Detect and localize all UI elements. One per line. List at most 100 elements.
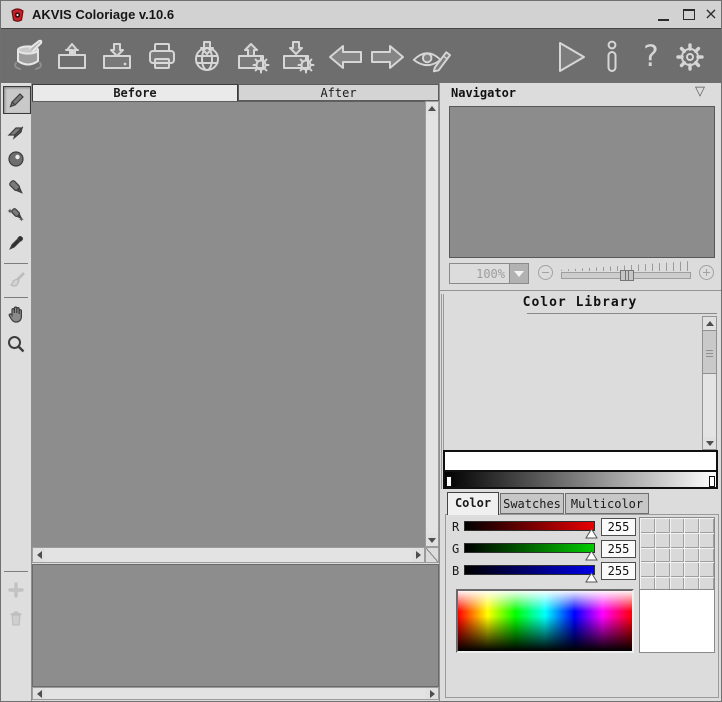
save-image-button[interactable] xyxy=(96,35,138,79)
app-logo-icon xyxy=(9,6,26,23)
zoom-value-input[interactable] xyxy=(449,263,510,284)
run-button[interactable] xyxy=(550,35,592,79)
left-arrow-icon xyxy=(37,690,42,698)
close-button[interactable]: × xyxy=(701,1,721,28)
import-strokes-button[interactable] xyxy=(231,35,273,79)
right-arrow-icon xyxy=(430,690,435,698)
preferences-button[interactable] xyxy=(669,35,711,79)
swatch-cell[interactable] xyxy=(640,548,655,563)
swatch-cell[interactable] xyxy=(655,548,670,563)
swatch-cell[interactable] xyxy=(699,562,714,577)
globe-download-icon xyxy=(188,38,226,76)
channel-b-slider[interactable] xyxy=(464,565,595,575)
magnifier-icon xyxy=(6,334,26,354)
publish-web-button[interactable] xyxy=(186,35,228,79)
swatch-cell[interactable] xyxy=(670,548,685,563)
color-spectrum-picker[interactable] xyxy=(456,589,634,653)
scrollbar-corner-grip[interactable] xyxy=(425,547,439,563)
color-library-scroll-thumb[interactable] xyxy=(702,330,717,374)
tab-swatches[interactable]: Swatches xyxy=(500,493,564,514)
channel-r-slider[interactable] xyxy=(464,521,595,531)
window-title: AKVIS Coloriage v.10.6 xyxy=(32,7,174,22)
pencil-icon xyxy=(7,90,27,110)
tool-recolor-brush[interactable] xyxy=(3,174,29,200)
scroll-right-button[interactable] xyxy=(426,688,438,699)
scroll-up-button[interactable] xyxy=(426,102,438,114)
tab-after[interactable]: After xyxy=(238,84,439,101)
swatch-cell[interactable] xyxy=(640,518,655,533)
about-button[interactable] xyxy=(591,35,633,79)
down-arrow-icon xyxy=(706,441,714,446)
save-image-icon xyxy=(98,38,136,76)
channel-g-thumb[interactable] xyxy=(585,550,598,561)
print-image-button[interactable] xyxy=(141,35,183,79)
preview-button[interactable] xyxy=(410,35,452,79)
swatch-cell[interactable] xyxy=(670,562,685,577)
current-color-swatch[interactable] xyxy=(639,589,715,653)
channel-r-thumb[interactable] xyxy=(585,528,598,539)
scroll-right-button[interactable] xyxy=(412,548,424,562)
scroll-up-button[interactable] xyxy=(703,317,716,329)
channel-r-value[interactable] xyxy=(601,518,636,536)
toolbox-sidebar xyxy=(1,83,32,701)
strokes-strip-canvas[interactable] xyxy=(32,564,439,687)
range-handle-left[interactable] xyxy=(446,476,452,487)
swatch-cell[interactable] xyxy=(684,533,699,548)
swatch-cell[interactable] xyxy=(670,518,685,533)
swatch-cell[interactable] xyxy=(640,533,655,548)
zoom-out-button[interactable] xyxy=(538,265,553,280)
channel-g-slider[interactable] xyxy=(464,543,595,553)
tool-magic-tube[interactable] xyxy=(3,202,29,228)
tool-eraser[interactable] xyxy=(3,118,29,144)
zoom-dropdown-button[interactable] xyxy=(509,263,529,284)
channel-g-value[interactable] xyxy=(601,540,636,558)
app-window: AKVIS Coloriage v.10.6 × xyxy=(0,0,722,702)
swatch-cell[interactable] xyxy=(699,533,714,548)
channel-b-value[interactable] xyxy=(601,562,636,580)
redo-button[interactable] xyxy=(366,35,408,79)
tab-color[interactable]: Color xyxy=(447,492,499,515)
strip-horizontal-scrollbar[interactable] xyxy=(32,687,439,700)
swatch-cell[interactable] xyxy=(640,562,655,577)
scroll-down-button[interactable] xyxy=(426,534,438,546)
undo-button[interactable] xyxy=(325,35,367,79)
maximize-button[interactable] xyxy=(679,1,699,28)
scroll-down-button[interactable] xyxy=(703,437,716,449)
channel-b-thumb[interactable] xyxy=(585,572,598,583)
horizontal-scrollbar[interactable] xyxy=(32,547,425,563)
swatch-cell[interactable] xyxy=(655,518,670,533)
tool-pencil[interactable] xyxy=(3,86,31,114)
scroll-left-button[interactable] xyxy=(33,548,45,562)
swatch-cell[interactable] xyxy=(655,533,670,548)
tool-eyedropper[interactable] xyxy=(3,230,29,256)
swatch-cell[interactable] xyxy=(655,562,670,577)
scroll-left-button[interactable] xyxy=(33,688,45,699)
swatch-cell[interactable] xyxy=(699,518,714,533)
tool-hand[interactable] xyxy=(3,301,29,327)
swatch-cell[interactable] xyxy=(684,548,699,563)
tab-before[interactable]: Before xyxy=(32,84,238,101)
title-bar: AKVIS Coloriage v.10.6 × xyxy=(1,1,721,29)
tab-multicolor[interactable]: Multicolor xyxy=(565,493,649,514)
help-button[interactable]: ? xyxy=(630,35,672,79)
swatch-cell[interactable] xyxy=(670,533,685,548)
swatch-cell[interactable] xyxy=(699,548,714,563)
range-handle-right[interactable] xyxy=(709,476,715,487)
channel-b-label: B xyxy=(452,564,464,578)
swatch-cell[interactable] xyxy=(684,562,699,577)
navigator-collapse-icon[interactable]: ▽ xyxy=(695,84,705,99)
minimize-button[interactable] xyxy=(654,1,674,28)
zoom-in-button[interactable] xyxy=(699,265,714,280)
zoom-slider-thumb[interactable] xyxy=(620,270,634,281)
tool-keep-color-pencil[interactable] xyxy=(3,146,29,172)
brightness-gradient[interactable] xyxy=(445,470,716,487)
open-image-button[interactable] xyxy=(51,35,93,79)
tool-zoom[interactable] xyxy=(3,331,29,357)
toolbox-divider xyxy=(4,571,28,572)
swatch-cell[interactable] xyxy=(684,518,699,533)
navigator-preview[interactable] xyxy=(449,106,715,258)
image-canvas-before[interactable] xyxy=(32,101,425,547)
export-strokes-button[interactable] xyxy=(276,35,318,79)
vertical-scrollbar[interactable] xyxy=(425,101,439,547)
brightness-range-widget[interactable] xyxy=(443,450,718,489)
